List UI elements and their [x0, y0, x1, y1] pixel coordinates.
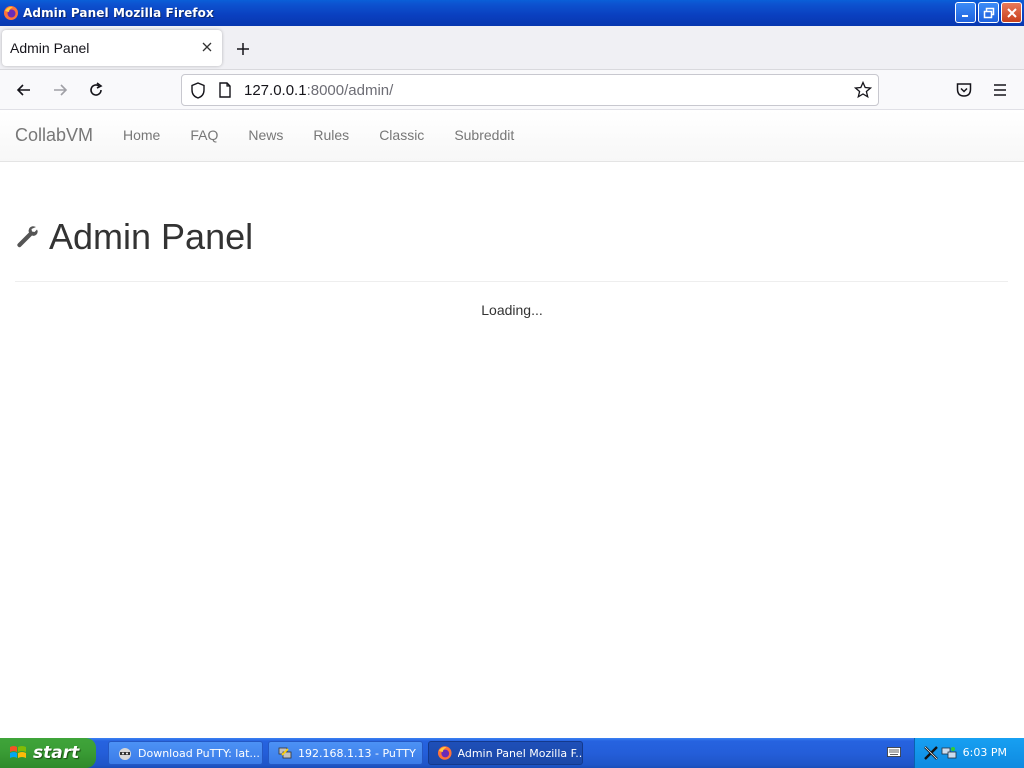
- minimize-button[interactable]: [955, 2, 976, 23]
- close-icon: [1006, 7, 1017, 18]
- tab-close-icon[interactable]: [200, 40, 214, 54]
- bookmark-star-icon[interactable]: [854, 81, 872, 99]
- reload-icon[interactable]: [87, 81, 105, 99]
- site-navbar: CollabVM Home FAQ News Rules Classic Sub…: [0, 111, 1024, 162]
- network-icon[interactable]: [941, 745, 957, 761]
- raccoon-icon: [119, 748, 131, 760]
- tab-label: Admin Panel: [10, 40, 90, 56]
- x-server-icon[interactable]: [923, 745, 939, 761]
- heading-divider: [15, 281, 1008, 282]
- pocket-icon[interactable]: [955, 81, 973, 99]
- clock: 6:03 PM: [962, 746, 1007, 759]
- taskbar-item-label: Download PuTTY: lat...: [138, 746, 260, 760]
- menu-icon[interactable]: [991, 81, 1009, 99]
- shield-icon[interactable]: [190, 82, 206, 100]
- firefox-icon: [437, 746, 452, 760]
- taskbar-item-putty[interactable]: 192.168.1.13 - PuTTY: [268, 741, 423, 765]
- nav-link-news[interactable]: News: [233, 127, 298, 143]
- wrench-icon: [17, 226, 38, 248]
- keyboard-icon[interactable]: [887, 746, 901, 758]
- restore-button[interactable]: [978, 2, 999, 23]
- url-text[interactable]: 127.0.0.1:8000/admin/: [244, 82, 393, 99]
- start-button[interactable]: start: [0, 738, 96, 768]
- window-title: Admin Panel Mozilla Firefox: [23, 6, 214, 20]
- tab-strip: Admin Panel: [0, 26, 1024, 70]
- site-brand[interactable]: CollabVM: [15, 125, 93, 146]
- url-bar[interactable]: 127.0.0.1:8000/admin/: [181, 74, 879, 106]
- forward-icon[interactable]: [51, 81, 69, 99]
- loading-status: Loading...: [481, 302, 543, 318]
- nav-toolbar: 127.0.0.1:8000/admin/: [0, 70, 1024, 110]
- nav-link-subreddit[interactable]: Subreddit: [439, 127, 529, 143]
- nav-link-faq[interactable]: FAQ: [175, 127, 233, 143]
- tab-admin-panel[interactable]: Admin Panel: [2, 30, 222, 66]
- putty-icon: [278, 747, 292, 759]
- site-nav-links: Home FAQ News Rules Classic Subreddit: [108, 127, 529, 143]
- taskbar-item-download-putty[interactable]: Download PuTTY: lat...: [108, 741, 263, 765]
- page-title: Admin Panel: [49, 216, 254, 257]
- firefox-icon: [4, 6, 18, 20]
- url-host: 127.0.0.1: [244, 82, 307, 99]
- new-tab-icon[interactable]: [234, 40, 252, 58]
- taskbar-item-label: Admin Panel Mozilla F...: [457, 746, 582, 760]
- start-label: start: [33, 743, 80, 763]
- taskbar: start Download PuTTY: lat... 192.168.1.1…: [0, 738, 1024, 768]
- minimize-icon: [961, 14, 968, 17]
- restore-icon: [983, 7, 994, 18]
- close-window-button[interactable]: [1001, 2, 1022, 23]
- page-header: Admin Panel: [15, 216, 253, 258]
- url-path: :8000/admin/: [306, 82, 394, 99]
- back-icon[interactable]: [15, 81, 33, 99]
- system-tray: 6:03 PM: [914, 738, 1024, 768]
- taskbar-item-label: 192.168.1.13 - PuTTY: [298, 746, 416, 760]
- page-icon[interactable]: [218, 82, 232, 99]
- nav-link-home[interactable]: Home: [108, 127, 175, 143]
- windows-logo-icon: [10, 746, 26, 758]
- taskbar-item-firefox[interactable]: Admin Panel Mozilla F...: [428, 741, 583, 765]
- nav-link-rules[interactable]: Rules: [298, 127, 364, 143]
- window-titlebar: Admin Panel Mozilla Firefox: [0, 0, 1024, 26]
- nav-link-classic[interactable]: Classic: [364, 127, 439, 143]
